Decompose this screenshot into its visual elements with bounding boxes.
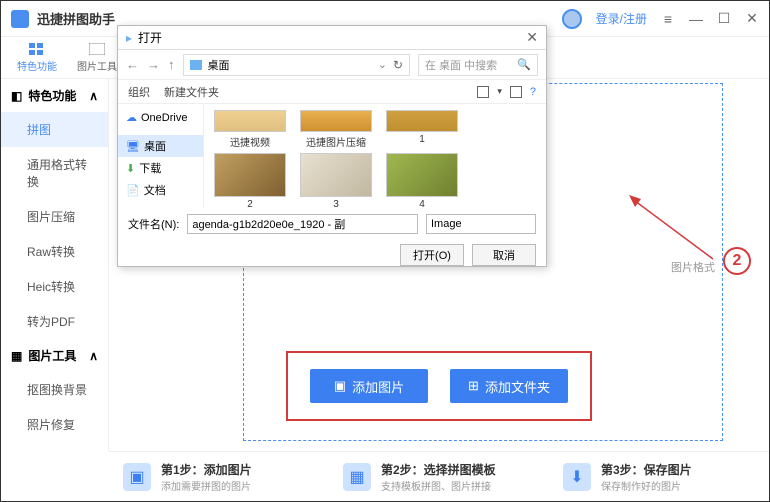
step-icon: ▣ xyxy=(123,463,151,491)
side-onedrive[interactable]: ☁OneDrive xyxy=(118,108,203,127)
back-icon[interactable]: ← xyxy=(126,57,139,72)
minimize-icon[interactable]: — xyxy=(689,12,703,26)
menu-icon[interactable]: ≡ xyxy=(661,12,675,26)
step-sub: 支持模板拼图、图片拼接 xyxy=(381,478,496,493)
file-open-dialog: ▸ 打开 ✕ ← → ↑ 桌面 ⌄ ↻ 在 桌面 中搜索 🔍 组织 新建文件夹 … xyxy=(117,25,547,267)
sidebar-item-idphoto[interactable]: 智能证件照 xyxy=(1,442,108,451)
file-item[interactable]: 1 xyxy=(386,110,458,149)
dialog-sidebar: ☁OneDrive 🖥桌面 ⬇下载 📄文档 xyxy=(118,104,204,208)
view-icon[interactable] xyxy=(477,86,489,98)
dialog-nav: ← → ↑ 桌面 ⌄ ↻ 在 桌面 中搜索 🔍 xyxy=(118,50,546,80)
maximize-icon[interactable]: ☐ xyxy=(717,12,731,26)
app-logo-icon xyxy=(11,10,29,28)
organize-menu[interactable]: 组织 xyxy=(128,84,150,100)
file-item[interactable]: 迅捷视频 xyxy=(214,110,286,149)
step-2: ▦ 第2步：选择拼图模板 支持模板拼图、图片拼接 xyxy=(329,452,549,501)
file-item[interactable]: 迅捷图片压缩 xyxy=(300,110,372,149)
sidebar-item-puzzle[interactable]: 拼图 xyxy=(1,112,108,147)
dialog-title: 打开 xyxy=(138,29,162,46)
sidebar-category-image[interactable]: ▦ 图片工具 ∧ xyxy=(1,339,108,372)
dialog-filename-row: 文件名(N): xyxy=(118,208,546,240)
step-icon: ▦ xyxy=(343,463,371,491)
sidebar-category-special[interactable]: ◧ 特色功能 ∧ xyxy=(1,79,108,112)
file-item[interactable]: 2 xyxy=(214,153,286,208)
app-title: 迅捷拼图助手 xyxy=(37,9,115,28)
sidebar-item-repair[interactable]: 照片修复 xyxy=(1,407,108,442)
sidebar-item-compress[interactable]: 图片压缩 xyxy=(1,199,108,234)
image-icon: ▣ xyxy=(334,378,346,394)
dialog-close-icon[interactable]: ✕ xyxy=(526,29,538,46)
file-grid[interactable]: 迅捷视频 迅捷图片压缩 1 2 3 4 xyxy=(204,104,546,208)
category-icon: ◧ xyxy=(11,89,22,103)
close-icon[interactable]: ✕ xyxy=(745,12,759,26)
file-item[interactable]: 4 xyxy=(386,153,458,208)
step-sub: 添加需要拼图的图片 xyxy=(161,478,252,493)
add-folder-button[interactable]: ⊞ 添加文件夹 xyxy=(450,369,568,403)
download-icon: ⬇ xyxy=(126,162,135,175)
open-button[interactable]: 打开(O) xyxy=(400,244,464,266)
tool-label: 图片工具 xyxy=(77,58,117,73)
side-desktop[interactable]: 🖥桌面 xyxy=(118,135,203,157)
step-title: 第2步：选择拼图模板 xyxy=(381,461,496,478)
refresh-icon[interactable]: ↻ xyxy=(393,58,403,72)
steps-bar: ▣ 第1步：添加图片 添加需要拼图的图片 ▦ 第2步：选择拼图模板 支持模板拼图… xyxy=(109,451,769,501)
desktop-icon xyxy=(190,60,202,70)
help-icon[interactable]: ? xyxy=(530,86,536,98)
category-icon: ▦ xyxy=(11,349,22,363)
folder-plus-icon: ⊞ xyxy=(468,378,479,394)
file-item[interactable]: 3 xyxy=(300,153,372,208)
step-3: ⬇ 第3步：保存图片 保存制作好的图片 xyxy=(549,452,769,501)
sidebar-item-convert[interactable]: 通用格式转换 xyxy=(1,147,108,199)
side-downloads[interactable]: ⬇下载 xyxy=(118,157,203,179)
step-icon: ⬇ xyxy=(563,463,591,491)
sidebar-item-pdf[interactable]: 转为PDF xyxy=(1,304,108,339)
chevron-up-icon: ∧ xyxy=(89,89,98,103)
step-title: 第3步：保存图片 xyxy=(601,461,692,478)
grid-icon xyxy=(28,42,46,56)
annotation-number: 2 xyxy=(723,247,751,275)
step-title: 第1步：添加图片 xyxy=(161,461,252,478)
annotation-arrow-icon xyxy=(629,195,719,265)
dialog-titlebar: ▸ 打开 ✕ xyxy=(118,26,546,50)
sidebar-item-raw[interactable]: Raw转换 xyxy=(1,234,108,269)
add-image-button[interactable]: ▣ 添加图片 xyxy=(310,369,428,403)
cancel-button[interactable]: 取消 xyxy=(472,244,536,266)
search-input[interactable]: 在 桌面 中搜索 🔍 xyxy=(418,54,538,76)
sidebar-item-heic[interactable]: Heic转换 xyxy=(1,269,108,304)
dialog-toolbar: 组织 新建文件夹 ▾ ? xyxy=(118,80,546,104)
dialog-buttons: 打开(O) 取消 xyxy=(118,240,546,274)
cloud-icon: ☁ xyxy=(126,111,137,124)
tool-image[interactable]: 图片工具 xyxy=(71,40,123,75)
search-icon: 🔍 xyxy=(517,58,531,71)
forward-icon[interactable]: → xyxy=(147,57,160,72)
chevron-down-icon[interactable]: ▾ xyxy=(497,86,502,97)
filename-input[interactable] xyxy=(187,214,418,234)
filename-label: 文件名(N): xyxy=(128,216,179,232)
up-icon[interactable]: ↑ xyxy=(168,57,175,72)
folder-icon: ▸ xyxy=(126,31,132,45)
chevron-up-icon: ∧ xyxy=(89,349,98,363)
sidebar-item-bg[interactable]: 抠图换背景 xyxy=(1,372,108,407)
doc-icon: 📄 xyxy=(126,184,140,197)
avatar-icon[interactable] xyxy=(562,9,582,29)
login-link[interactable]: 登录/注册 xyxy=(596,10,647,27)
desktop-icon: 🖥 xyxy=(126,140,140,153)
chevron-down-icon[interactable]: ⌄ xyxy=(378,58,387,71)
new-folder-button[interactable]: 新建文件夹 xyxy=(164,84,219,100)
button-row-highlight: ▣ 添加图片 ⊞ 添加文件夹 xyxy=(286,351,592,421)
tool-label: 特色功能 xyxy=(17,58,57,73)
image-icon xyxy=(88,42,106,56)
side-docs[interactable]: 📄文档 xyxy=(118,179,203,201)
sidebar: ◧ 特色功能 ∧ 拼图 通用格式转换 图片压缩 Raw转换 Heic转换 转为P… xyxy=(1,79,109,451)
step-sub: 保存制作好的图片 xyxy=(601,478,692,493)
filetype-select[interactable] xyxy=(426,214,536,234)
tool-special[interactable]: 特色功能 xyxy=(11,40,63,75)
step-1: ▣ 第1步：添加图片 添加需要拼图的图片 xyxy=(109,452,329,501)
location-bar[interactable]: 桌面 ⌄ ↻ xyxy=(183,54,411,76)
view-icon[interactable] xyxy=(510,86,522,98)
